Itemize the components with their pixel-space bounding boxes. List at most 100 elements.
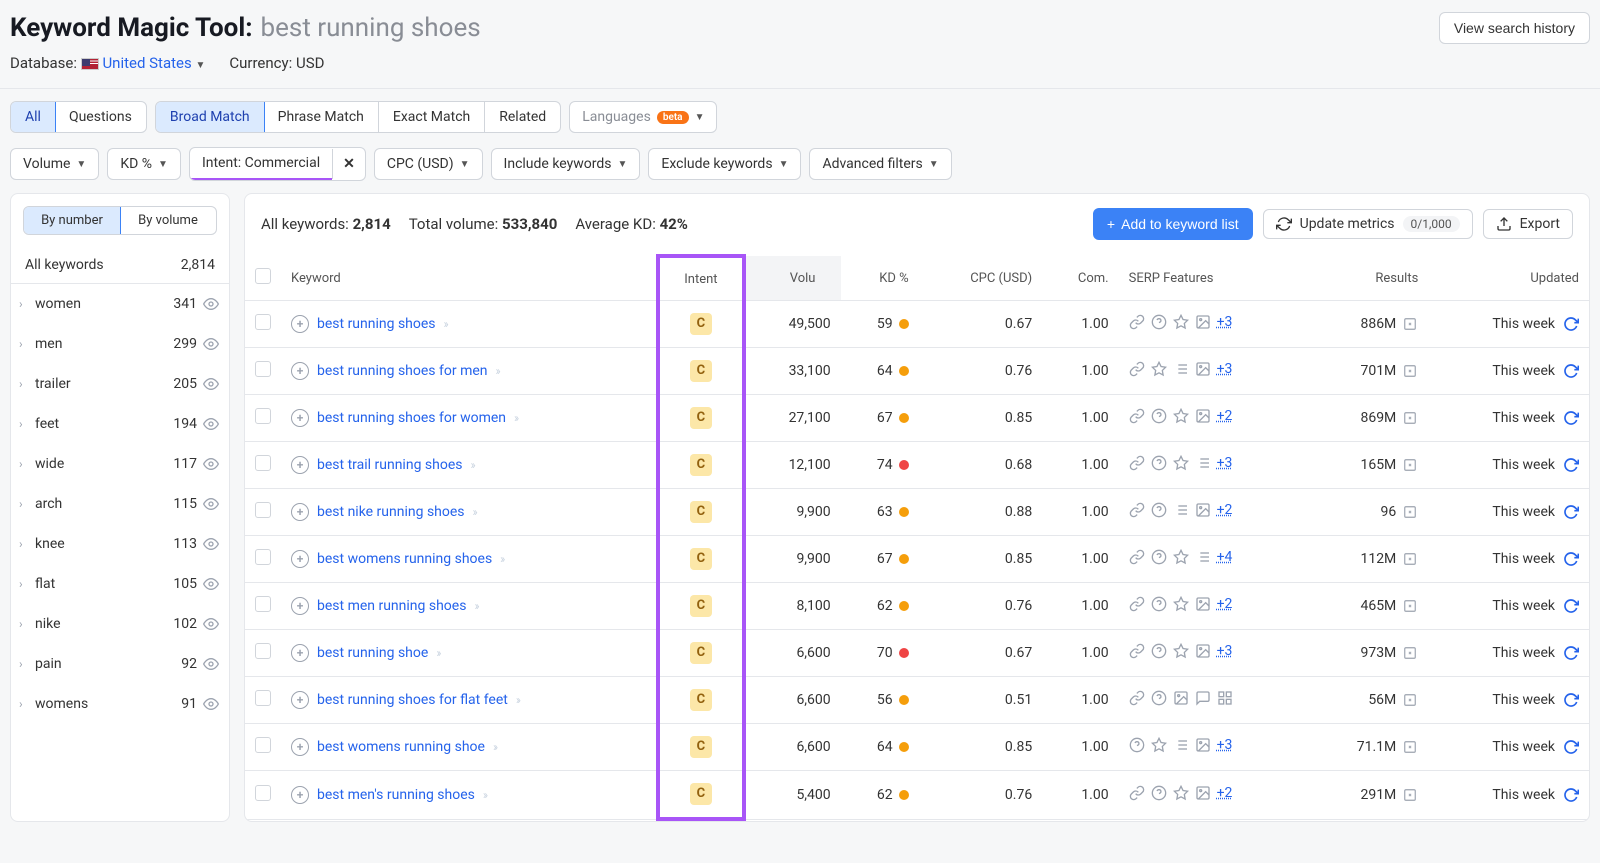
col-volume[interactable]: Volu xyxy=(744,256,841,301)
tab-questions[interactable]: Questions xyxy=(55,102,146,132)
serp-more-link[interactable]: +3 xyxy=(1217,643,1233,659)
keyword-link[interactable]: best trail running shoes xyxy=(317,457,462,473)
serp-result-icon[interactable] xyxy=(1402,740,1418,754)
sidebar-group-item[interactable]: ›women341 xyxy=(11,284,229,324)
serp-result-icon[interactable] xyxy=(1402,788,1418,802)
expand-icon[interactable]: ›› xyxy=(516,693,519,707)
kd-filter[interactable]: KD %▼ xyxy=(107,148,181,180)
col-cpc[interactable]: CPC (USD) xyxy=(919,256,1043,301)
sidebar-group-item[interactable]: ›men299 xyxy=(11,324,229,364)
add-keyword-icon[interactable]: + xyxy=(291,409,309,427)
tab-broad-match[interactable]: Broad Match xyxy=(155,101,265,133)
tab-all[interactable]: All xyxy=(10,101,56,133)
expand-icon[interactable]: ›› xyxy=(493,740,496,754)
refresh-icon[interactable] xyxy=(1563,363,1579,379)
tab-exact-match[interactable]: Exact Match xyxy=(379,102,485,132)
by-number-toggle[interactable]: By number xyxy=(23,206,121,235)
serp-more-link[interactable]: +2 xyxy=(1217,502,1233,518)
serp-more-link[interactable]: +3 xyxy=(1217,314,1233,330)
serp-more-link[interactable]: +2 xyxy=(1217,596,1233,612)
keyword-link[interactable]: best nike running shoes xyxy=(317,504,465,520)
add-keyword-icon[interactable]: + xyxy=(291,456,309,474)
eye-icon[interactable] xyxy=(203,336,219,352)
serp-result-icon[interactable] xyxy=(1402,693,1418,707)
col-keyword[interactable]: Keyword xyxy=(281,256,658,301)
serp-result-icon[interactable] xyxy=(1402,552,1418,566)
keyword-link[interactable]: best running shoes for women xyxy=(317,410,506,426)
add-keyword-icon[interactable]: + xyxy=(291,691,309,709)
serp-more-link[interactable]: +2 xyxy=(1217,408,1233,424)
eye-icon[interactable] xyxy=(203,416,219,432)
remove-intent-icon[interactable]: ✕ xyxy=(332,149,365,179)
refresh-icon[interactable] xyxy=(1563,598,1579,614)
refresh-icon[interactable] xyxy=(1563,410,1579,426)
add-keyword-icon[interactable]: + xyxy=(291,644,309,662)
col-com[interactable]: Com. xyxy=(1042,256,1118,301)
keyword-link[interactable]: best running shoe xyxy=(317,645,428,661)
sidebar-group-item[interactable]: ›pain92 xyxy=(11,644,229,684)
refresh-icon[interactable] xyxy=(1563,316,1579,332)
row-checkbox[interactable] xyxy=(255,643,271,659)
refresh-icon[interactable] xyxy=(1563,504,1579,520)
sidebar-group-item[interactable]: ›womens91 xyxy=(11,684,229,724)
exclude-keywords-filter[interactable]: Exclude keywords▼ xyxy=(648,148,801,180)
sidebar-group-item[interactable]: ›nike102 xyxy=(11,604,229,644)
eye-icon[interactable] xyxy=(203,496,219,512)
expand-icon[interactable]: ›› xyxy=(470,458,473,472)
serp-more-link[interactable]: +3 xyxy=(1217,455,1233,471)
serp-result-icon[interactable] xyxy=(1402,646,1418,660)
add-keyword-icon[interactable]: + xyxy=(291,362,309,380)
expand-icon[interactable]: ›› xyxy=(436,646,439,660)
row-checkbox[interactable] xyxy=(255,314,271,330)
serp-result-icon[interactable] xyxy=(1402,505,1418,519)
add-keyword-icon[interactable]: + xyxy=(291,786,309,804)
row-checkbox[interactable] xyxy=(255,455,271,471)
add-keyword-icon[interactable]: + xyxy=(291,738,309,756)
keyword-link[interactable]: best womens running shoes xyxy=(317,551,492,567)
row-checkbox[interactable] xyxy=(255,408,271,424)
refresh-icon[interactable] xyxy=(1563,551,1579,567)
volume-filter[interactable]: Volume▼ xyxy=(10,148,99,180)
col-results[interactable]: Results xyxy=(1305,256,1428,301)
keyword-link[interactable]: best running shoes for flat feet xyxy=(317,692,508,708)
keyword-link[interactable]: best men's running shoes xyxy=(317,787,475,803)
serp-more-link[interactable]: +3 xyxy=(1217,361,1233,377)
include-keywords-filter[interactable]: Include keywords▼ xyxy=(491,148,641,180)
eye-icon[interactable] xyxy=(203,576,219,592)
add-keyword-icon[interactable]: + xyxy=(291,315,309,333)
sidebar-group-item[interactable]: ›flat105 xyxy=(11,564,229,604)
add-keyword-icon[interactable]: + xyxy=(291,503,309,521)
sidebar-group-item[interactable]: ›feet194 xyxy=(11,404,229,444)
eye-icon[interactable] xyxy=(203,616,219,632)
sidebar-group-item[interactable]: ›arch115 xyxy=(11,484,229,524)
eye-icon[interactable] xyxy=(203,656,219,672)
view-history-button[interactable]: View search history xyxy=(1439,12,1590,44)
row-checkbox[interactable] xyxy=(255,502,271,518)
refresh-icon[interactable] xyxy=(1563,692,1579,708)
expand-icon[interactable]: ›› xyxy=(473,505,476,519)
col-serp[interactable]: SERP Features xyxy=(1119,256,1306,301)
advanced-filters[interactable]: Advanced filters▼ xyxy=(809,148,951,180)
expand-icon[interactable]: ›› xyxy=(474,599,477,613)
row-checkbox[interactable] xyxy=(255,785,271,801)
serp-result-icon[interactable] xyxy=(1402,317,1418,331)
tab-related[interactable]: Related xyxy=(485,102,560,132)
expand-icon[interactable]: ›› xyxy=(483,788,486,802)
sidebar-group-item[interactable]: ›knee113 xyxy=(11,524,229,564)
row-checkbox[interactable] xyxy=(255,737,271,753)
keyword-link[interactable]: best men running shoes xyxy=(317,598,466,614)
col-updated[interactable]: Updated xyxy=(1428,256,1589,301)
expand-icon[interactable]: ›› xyxy=(444,317,447,331)
row-checkbox[interactable] xyxy=(255,690,271,706)
eye-icon[interactable] xyxy=(203,536,219,552)
serp-more-link[interactable]: +2 xyxy=(1217,785,1233,801)
row-checkbox[interactable] xyxy=(255,361,271,377)
export-button[interactable]: Export xyxy=(1483,209,1573,239)
keyword-link[interactable]: best running shoes xyxy=(317,316,436,332)
refresh-icon[interactable] xyxy=(1563,645,1579,661)
refresh-icon[interactable] xyxy=(1563,739,1579,755)
select-all-checkbox[interactable] xyxy=(255,268,271,284)
serp-more-link[interactable]: +3 xyxy=(1217,737,1233,753)
sidebar-all-keywords[interactable]: All keywords 2,814 xyxy=(11,247,229,284)
sidebar-group-item[interactable]: ›trailer205 xyxy=(11,364,229,404)
